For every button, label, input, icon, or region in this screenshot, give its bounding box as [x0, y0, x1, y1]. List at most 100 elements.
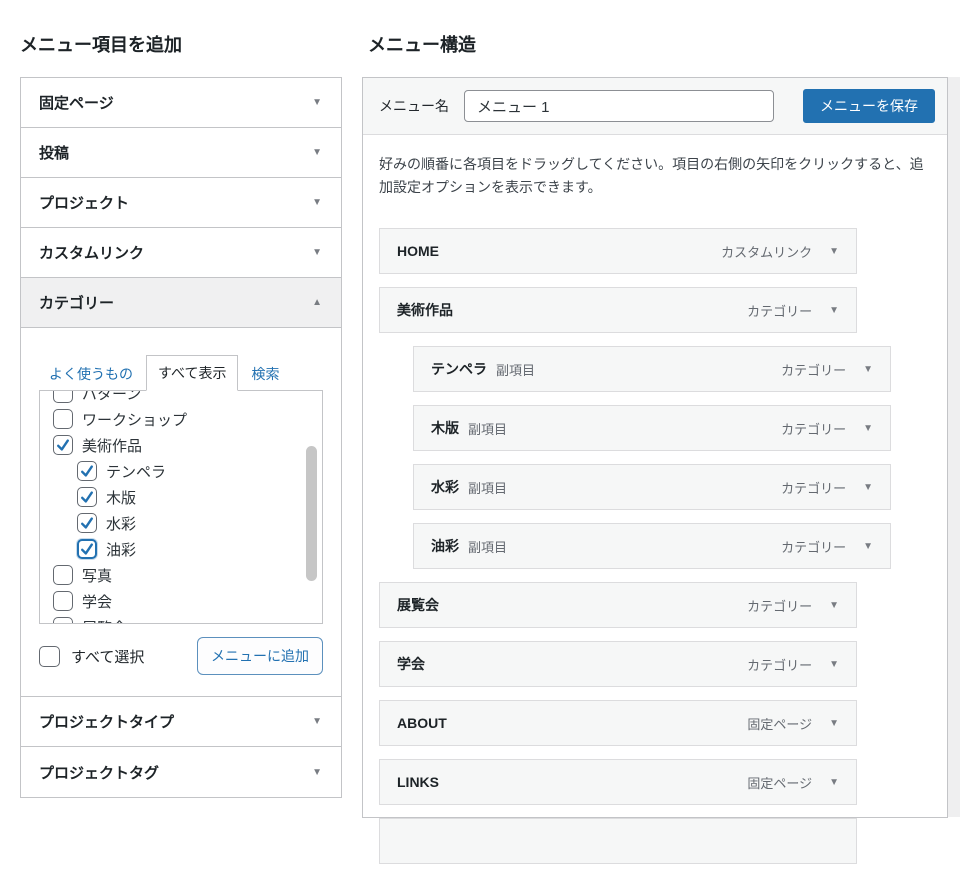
- menu-item[interactable]: ABOUT 固定ページ ▼: [379, 700, 857, 746]
- menu-item[interactable]: HOME カスタムリンク ▼: [379, 228, 857, 274]
- menu-structure-panel: メニュー構造 メニュー名 メニューを保存 好みの順番に各項目をドラッグしてくださ…: [362, 34, 948, 818]
- select-all-checkbox[interactable]: [39, 646, 60, 667]
- category-checkbox-label: ワークショップ: [82, 409, 187, 430]
- menu-item-sub-label: 副項目: [468, 478, 507, 497]
- category-checkbox-row[interactable]: パターン: [53, 390, 296, 406]
- menu-item[interactable]: 水彩 副項目 カテゴリー ▼: [413, 464, 891, 510]
- checkbox[interactable]: [53, 591, 73, 611]
- accordion-section-bottom-0[interactable]: プロジェクトタイプ ▼: [21, 697, 341, 747]
- accordion-section-label: プロジェクトタグ: [39, 762, 159, 783]
- category-checkbox-row[interactable]: 油彩: [53, 536, 296, 562]
- checkbox[interactable]: [53, 617, 73, 624]
- accordion-section-label: 固定ページ: [39, 92, 114, 113]
- menu-item[interactable]: LINKS 固定ページ ▼: [379, 759, 857, 805]
- menu-item-type: カテゴリー: [747, 655, 812, 674]
- chevron-down-icon[interactable]: ▼: [829, 777, 839, 788]
- categories-panel: よく使うものすべて表示検索 パターン ワークショップ 美術作品: [21, 328, 341, 697]
- menu-name-input[interactable]: [464, 90, 774, 122]
- menu-item[interactable]: テンペラ 副項目 カテゴリー ▼: [413, 346, 891, 392]
- chevron-down-icon[interactable]: ▼: [312, 147, 322, 158]
- category-checklist[interactable]: パターン ワークショップ 美術作品 テンペラ 木版: [39, 390, 323, 624]
- accordion-section-2[interactable]: プロジェクト ▼: [21, 178, 341, 228]
- category-checkbox-row[interactable]: 木版: [53, 484, 296, 510]
- menu-item[interactable]: 学会 カテゴリー ▼: [379, 641, 857, 687]
- drag-instructions: 好みの順番に各項目をドラッグしてください。項目の右側の矢印をクリックすると、追加…: [379, 153, 927, 199]
- category-checkbox-label: パターン: [82, 390, 141, 404]
- menu-item-label: 展覧会: [397, 595, 439, 615]
- chevron-down-icon[interactable]: ▼: [312, 716, 322, 727]
- category-checkbox-label: 学会: [82, 591, 112, 612]
- chevron-down-icon[interactable]: ▼: [829, 659, 839, 670]
- accordion-section-categories[interactable]: カテゴリー ▲: [21, 278, 341, 328]
- save-menu-button[interactable]: メニューを保存: [803, 89, 935, 123]
- checkbox[interactable]: [53, 390, 73, 403]
- category-checkbox-row[interactable]: 水彩: [53, 510, 296, 536]
- category-checkbox-row[interactable]: 美術作品: [53, 432, 296, 458]
- menu-item[interactable]: 木版 副項目 カテゴリー ▼: [413, 405, 891, 451]
- add-menu-items-panel: メニュー項目を追加 固定ページ ▼ 投稿 ▼ プロジェクト ▼ カスタムリンク …: [20, 34, 342, 798]
- chevron-down-icon[interactable]: ▼: [312, 197, 322, 208]
- chevron-down-icon[interactable]: ▼: [863, 482, 873, 493]
- chevron-down-icon[interactable]: ▼: [829, 305, 839, 316]
- checkbox[interactable]: [53, 565, 73, 585]
- checkbox[interactable]: [77, 513, 97, 533]
- menu-item-type: カテゴリー: [781, 360, 846, 379]
- checkbox[interactable]: [77, 461, 97, 481]
- checkbox[interactable]: [53, 435, 73, 455]
- accordion-section-1[interactable]: 投稿 ▼: [21, 128, 341, 178]
- menu-item-sub-label: 副項目: [468, 537, 507, 556]
- accordion-container: 固定ページ ▼ 投稿 ▼ プロジェクト ▼ カスタムリンク ▼ カテゴリー ▲ …: [20, 77, 342, 798]
- accordion-section-3[interactable]: カスタムリンク ▼: [21, 228, 341, 278]
- chevron-down-icon[interactable]: ▼: [312, 97, 322, 108]
- checkbox[interactable]: [77, 539, 97, 559]
- menu-item-sub-label: 副項目: [496, 360, 535, 379]
- scrollbar-thumb[interactable]: [306, 446, 317, 581]
- chevron-down-icon[interactable]: ▼: [312, 767, 322, 778]
- add-to-menu-button[interactable]: メニューに追加: [197, 637, 323, 675]
- menu-item-label: ABOUT: [397, 715, 447, 731]
- menu-item-partial[interactable]: [379, 818, 857, 864]
- category-checkbox-row[interactable]: ワークショップ: [53, 406, 296, 432]
- menu-item-sub-label: 副項目: [468, 419, 507, 438]
- category-checkbox-row[interactable]: 学会: [53, 588, 296, 614]
- checkbox[interactable]: [53, 409, 73, 429]
- menu-item-type: 固定ページ: [747, 714, 812, 733]
- menu-item[interactable]: 油彩 副項目 カテゴリー ▼: [413, 523, 891, 569]
- chevron-down-icon[interactable]: ▼: [312, 247, 322, 258]
- chevron-down-icon[interactable]: ▼: [829, 600, 839, 611]
- menu-edit-box: メニュー名 メニューを保存 好みの順番に各項目をドラッグしてください。項目の右側…: [362, 77, 948, 818]
- menu-item-label: 学会: [397, 654, 425, 674]
- menu-name-bar: メニュー名 メニューを保存: [363, 78, 947, 135]
- check-icon: [79, 489, 95, 505]
- chevron-down-icon[interactable]: ▼: [863, 541, 873, 552]
- category-checkbox-label: 木版: [106, 487, 136, 508]
- chevron-down-icon[interactable]: ▼: [863, 423, 873, 434]
- accordion-section-label: プロジェクト: [39, 192, 129, 213]
- chevron-down-icon[interactable]: ▼: [829, 718, 839, 729]
- category-checkbox-label: 写真: [82, 565, 112, 586]
- menu-item-label: テンペラ: [431, 359, 487, 379]
- category-checkbox-row[interactable]: 写真: [53, 562, 296, 588]
- menu-structure-body: 好みの順番に各項目をドラッグしてください。項目の右側の矢印をクリックすると、追加…: [363, 135, 947, 893]
- menu-item[interactable]: 美術作品 カテゴリー ▼: [379, 287, 857, 333]
- chevron-down-icon[interactable]: ▼: [829, 246, 839, 257]
- chevron-down-icon[interactable]: ▼: [863, 364, 873, 375]
- tab-link-2[interactable]: 検索: [251, 357, 279, 391]
- chevron-up-icon[interactable]: ▲: [312, 297, 322, 308]
- check-icon: [79, 463, 95, 479]
- accordion-section-label: カスタムリンク: [39, 242, 144, 263]
- check-icon: [79, 515, 95, 531]
- category-checkbox-label: 美術作品: [82, 435, 142, 456]
- accordion-section-bottom-1[interactable]: プロジェクトタグ ▼: [21, 747, 341, 797]
- category-tabs: よく使うものすべて表示検索: [49, 355, 323, 391]
- tab-link-0[interactable]: よく使うもの: [49, 357, 133, 391]
- category-checkbox-row[interactable]: テンペラ: [53, 458, 296, 484]
- select-all-row: すべて選択 メニューに追加: [39, 637, 323, 675]
- menu-item[interactable]: 展覧会 カテゴリー ▼: [379, 582, 857, 628]
- menu-item-type: カテゴリー: [747, 596, 812, 615]
- accordion-section-0[interactable]: 固定ページ ▼: [21, 78, 341, 128]
- checkbox[interactable]: [77, 487, 97, 507]
- tab-view-all-active[interactable]: すべて表示: [146, 355, 238, 391]
- category-checkbox-row[interactable]: 展覧会: [53, 614, 296, 624]
- menu-item-type: カテゴリー: [781, 419, 846, 438]
